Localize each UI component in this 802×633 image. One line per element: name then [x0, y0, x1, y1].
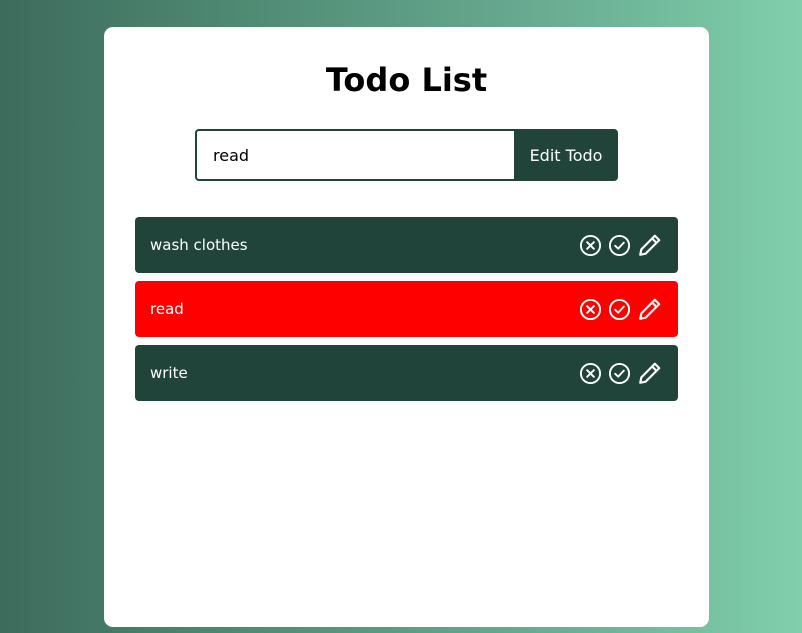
todo-input[interactable] [195, 129, 514, 181]
todo-actions [579, 360, 663, 386]
circle-x-icon[interactable] [579, 234, 602, 257]
circle-check-icon[interactable] [608, 362, 631, 385]
circle-check-icon[interactable] [608, 298, 631, 321]
circle-x-icon[interactable] [579, 362, 602, 385]
page-title: Todo List [325, 61, 488, 99]
todo-actions [579, 296, 663, 322]
todo-item: write [135, 345, 678, 401]
todo-card: Todo List Edit Todo wash clothes read [104, 27, 709, 627]
todo-list: wash clothes read write [135, 217, 678, 409]
todo-text: read [150, 300, 184, 318]
todo-text: write [150, 364, 188, 382]
circle-check-icon[interactable] [608, 234, 631, 257]
pencil-icon[interactable] [637, 296, 663, 322]
todo-text: wash clothes [150, 236, 248, 254]
todo-actions [579, 232, 663, 258]
todo-form: Edit Todo [195, 129, 618, 181]
todo-item: wash clothes [135, 217, 678, 273]
circle-x-icon[interactable] [579, 298, 602, 321]
todo-item: read [135, 281, 678, 337]
edit-todo-button[interactable]: Edit Todo [514, 129, 618, 181]
pencil-icon[interactable] [637, 232, 663, 258]
pencil-icon[interactable] [637, 360, 663, 386]
